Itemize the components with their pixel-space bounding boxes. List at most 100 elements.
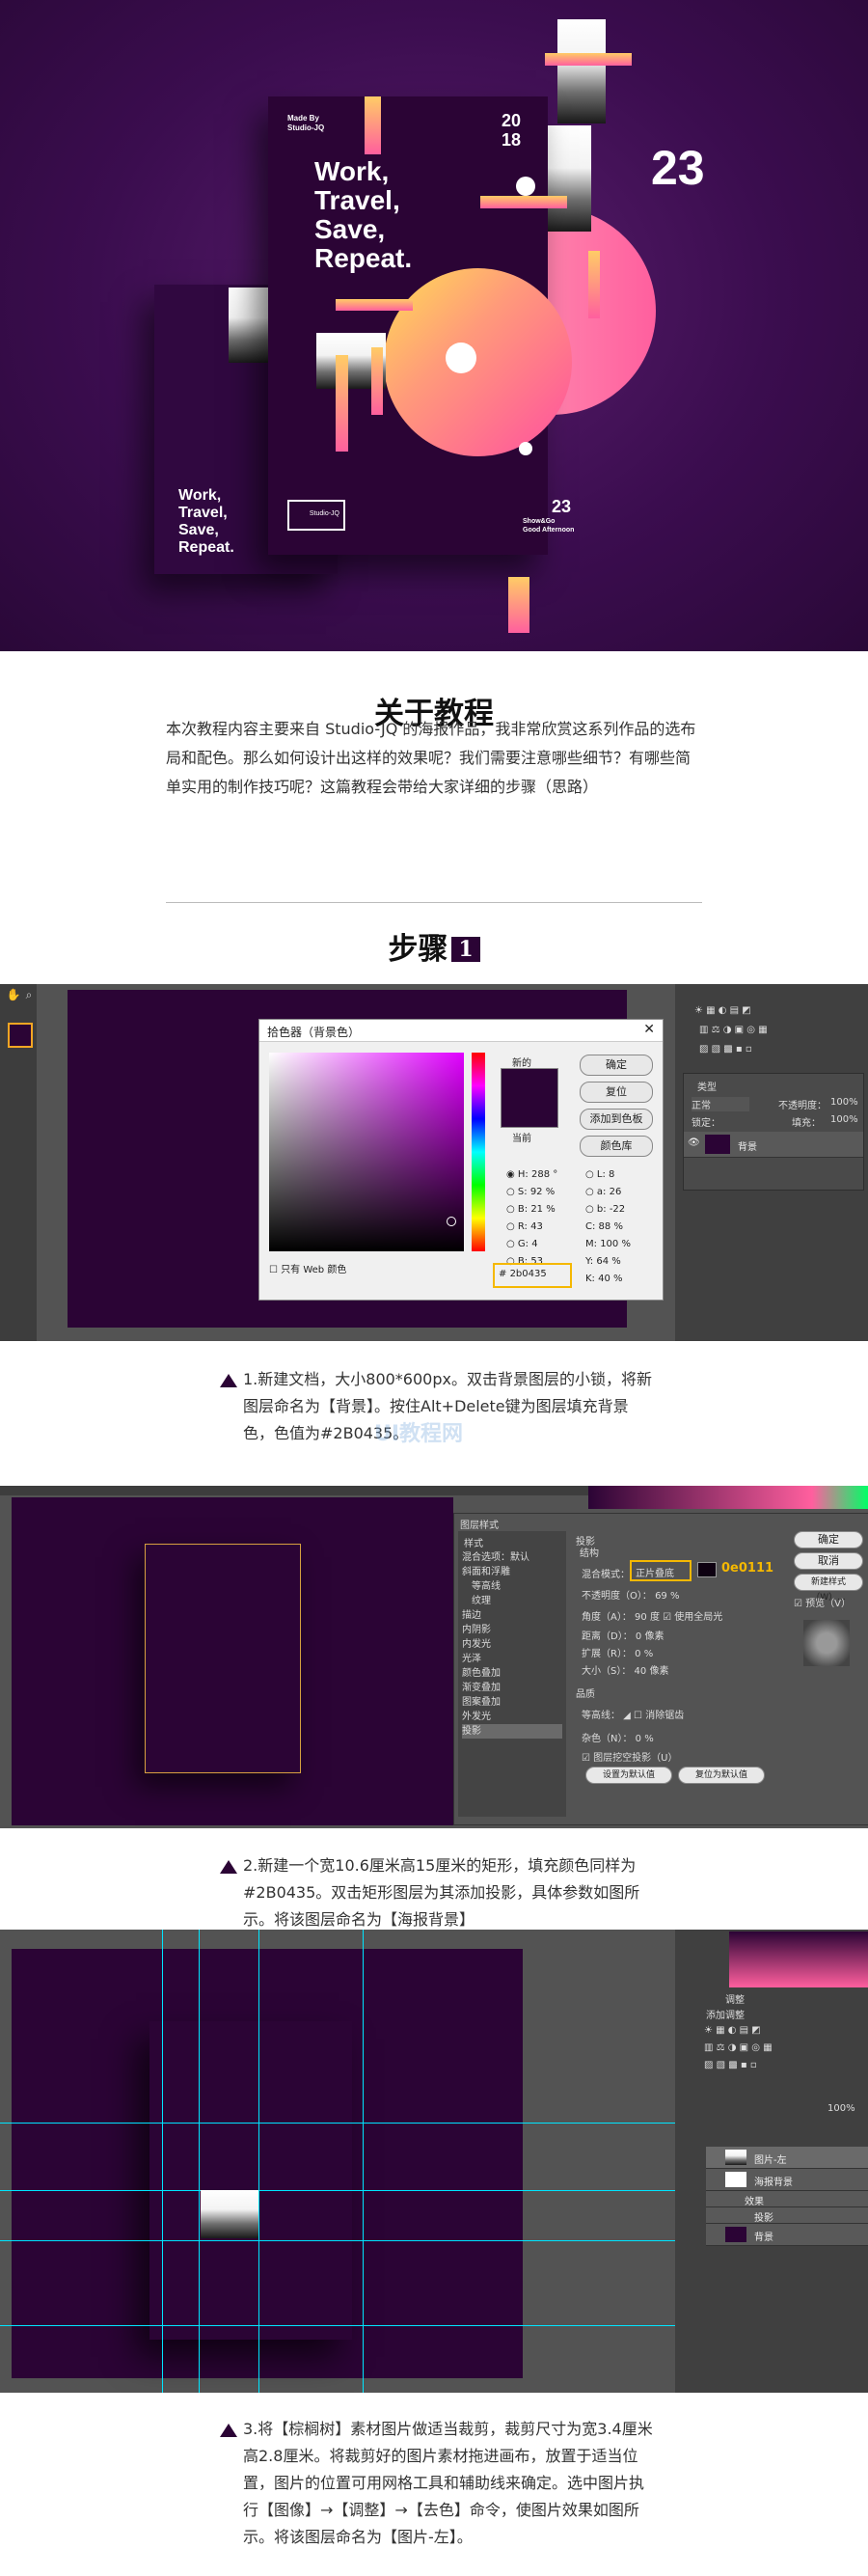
intro-paragraph: 本次教程内容主要来自 Studio-JQ 的海报作品，我非常欣赏这系列作品的选布… [166,720,696,796]
ls-ok-button[interactable]: 确定 [794,1531,863,1548]
kind-label: 类型 [697,1082,717,1093]
ps-screenshot-guides: 调整 添加调整 ☀ ▦ ◐ ▤ ◩ ▥ ⚖ ◑ ▣ ◎ ▦ ▨ ▧ ▩ ▪ ▫ 10… [0,1930,868,2393]
shadow-color-swatch[interactable] [697,1562,717,1577]
blend-mode-select[interactable]: 正片叠底 [636,1565,674,1579]
c-value[interactable]: 88 [599,1221,611,1232]
palm-image-left[interactable] [201,2190,258,2238]
color-cursor[interactable] [447,1217,456,1226]
web-only-checkbox[interactable]: ☐ 只有 Web 颜色 [269,1261,346,1275]
style-item[interactable]: 外发光 [462,1710,562,1724]
visibility-eye-icon[interactable]: 👁 [688,1137,700,1148]
opacity-label: 不透明度： [778,1101,827,1111]
size-value[interactable]: 40 [635,1666,647,1677]
knockout-checkbox[interactable]: ☑ 图层挖空投影（U） [582,1749,677,1764]
layer-style-dialog: 图层样式 样式 混合选项：默认 斜面和浮雕 等高线 纹理 描边 内阴影 内发光 … [453,1513,868,1825]
opacity-value[interactable]: 69 [655,1591,667,1602]
opacity-value-3[interactable]: 100% [827,2103,855,2114]
noise-value[interactable]: 0 [636,1734,641,1744]
adjust-icons-row-3: ▨ ▧ ▩ ▪ ▫ [699,1044,752,1055]
angle-row: 角度（A）： 90 度 ☑ 使用全局光 [582,1612,723,1623]
layer-row-image-left[interactable]: 图片-左 [706,2147,868,2169]
layer-style-title: 图层样式 [460,1521,499,1531]
reset-button[interactable]: 复位 [580,1082,653,1103]
spread-value[interactable]: 0 [635,1649,640,1659]
b-value[interactable]: 21 [530,1204,543,1215]
foreground-swatch[interactable] [8,1023,33,1048]
reset-default-button[interactable]: 复位为默认值 [678,1767,765,1784]
style-item[interactable]: 光泽 [462,1652,562,1666]
poster-rectangle[interactable] [145,1544,301,1773]
g-value[interactable]: 4 [531,1239,537,1249]
style-item[interactable]: 内阴影 [462,1623,562,1637]
guide-vertical[interactable] [162,1930,163,2393]
new-style-button[interactable]: 新建样式（W）... [794,1574,863,1603]
layer-row-poster-bg[interactable]: 海报背景 [706,2169,868,2191]
global-light-checkbox[interactable]: 使用全局光 [674,1612,722,1623]
fill-value[interactable]: 100% [830,1114,858,1125]
new-color-label: 新的 [512,1058,531,1069]
hue-slider[interactable] [472,1053,485,1251]
guide-vertical[interactable] [199,1930,200,2393]
hex-field[interactable]: # 2b0435 [499,1269,547,1279]
guide-vertical[interactable] [363,1930,364,2393]
adjust-icons-row-1: ☀ ▦ ◐ ▤ ◩ [694,1005,751,1016]
style-item[interactable]: 图案叠加 [462,1695,562,1710]
style-item-selected[interactable]: 投影 [462,1724,562,1739]
opacity-value[interactable]: 100% [830,1097,858,1108]
anti-alias-checkbox[interactable]: 消除锯齿 [645,1711,684,1721]
back-palm-photo [229,288,269,363]
style-item[interactable]: 斜面和浮雕 [462,1565,562,1579]
hand-tool-icon[interactable]: ✋ [6,988,21,1001]
layer-thumb [725,2172,746,2187]
layer-row-effects[interactable]: 效果 [706,2191,868,2207]
hero-poster-image: Work, Travel, Save, Repeat. 23 Made By S… [0,0,868,651]
layer-row-drop-shadow[interactable]: 投影 [706,2207,868,2224]
style-item[interactable]: 渐变叠加 [462,1681,562,1695]
add-swatch-button[interactable]: 添加到色板 [580,1109,653,1130]
h-value[interactable]: 288 [531,1169,550,1180]
guide-vertical[interactable] [258,1930,259,2393]
angle-value[interactable]: 90 [635,1612,647,1623]
y-value[interactable]: 64 [596,1256,609,1267]
blend-mode-select[interactable]: 正常 [692,1097,749,1111]
layer-thumbnail [705,1135,730,1154]
m-value[interactable]: 100 [600,1239,618,1249]
style-item[interactable]: 内发光 [462,1637,562,1652]
caption-step2: 2.新建一个宽10.6厘米高15厘米的矩形，填充颜色同样为#2B0435。双击矩… [243,1856,640,1929]
size-row: 大小（S）： 40 像素 [582,1666,669,1677]
style-item[interactable]: 颜色叠加 [462,1666,562,1681]
layer-name: 效果 [745,2197,764,2207]
shadow-hex-value: 0e0111 [721,1561,774,1576]
style-item[interactable]: 等高线 [462,1579,562,1594]
zoom-tool-icon[interactable]: ⌕ [21,988,37,1002]
dialog-title-bar: 拾色器（背景色） ✕ [259,1020,663,1042]
close-icon[interactable]: ✕ [643,1022,655,1037]
set-default-button[interactable]: 设置为默认值 [585,1767,672,1784]
lab-b-value[interactable]: -22 [610,1204,625,1215]
ok-button[interactable]: 确定 [580,1055,653,1076]
lock-label: 锁定： [692,1118,720,1129]
l-value[interactable]: 8 [609,1169,614,1180]
caption-step3: 3.将【棕榈树】素材图片做适当裁剪，裁剪尺寸为宽3.4厘米高2.8厘米。将裁剪好… [243,2420,653,2546]
watermark: UI教程网 [374,1422,464,1446]
preview-checkbox[interactable]: ☑ 预览（V） [794,1595,851,1609]
adjust-tab[interactable]: 调整 [725,1991,745,2006]
logo-badge: Studio-JQ [287,500,345,531]
ls-cancel-button[interactable]: 取消 [794,1552,863,1570]
style-item[interactable]: 描边 [462,1608,562,1623]
color-field[interactable] [269,1053,464,1251]
circle-center-dot [446,343,476,373]
layer-row-background-3[interactable]: 背景 [706,2224,868,2246]
style-item[interactable]: 混合选项：默认 [462,1550,562,1565]
year-text: 20 18 [502,111,522,150]
distance-value[interactable]: 0 [636,1631,641,1642]
a-value[interactable]: 26 [610,1187,622,1197]
k-value[interactable]: 40 [598,1274,610,1284]
layer-row-background[interactable]: 👁 背景 [684,1132,863,1158]
r-value[interactable]: 43 [530,1221,543,1232]
s-value[interactable]: 92 [530,1187,543,1197]
color-library-button[interactable]: 颜色库 [580,1136,653,1157]
style-item[interactable]: 纹理 [462,1594,562,1608]
section-divider [166,902,702,903]
blend-mode-label: 混合模式： [582,1570,630,1580]
